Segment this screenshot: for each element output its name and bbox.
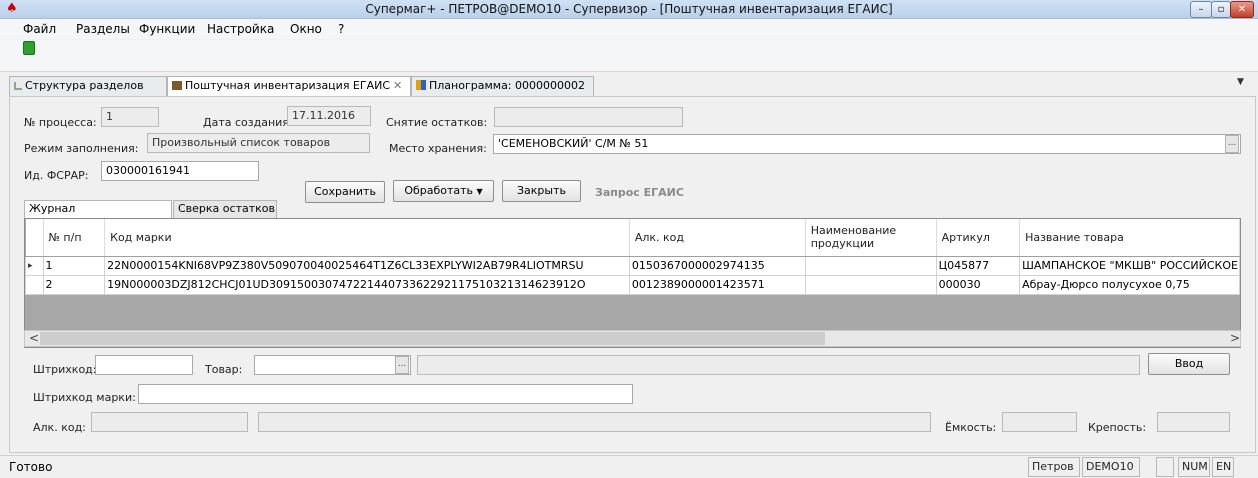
table-cell[interactable]: 0012389000001423571	[628, 274, 806, 295]
storage-label: Место хранения:	[389, 142, 487, 155]
storage-field[interactable]: 'СЕМЕНОВСКИЙ' С/М № 51	[493, 134, 1241, 154]
table-cell[interactable]: Абрау-Дюрсо полусухое 0,75	[1019, 274, 1240, 295]
status-user: Петров	[1028, 457, 1080, 477]
column-header[interactable]: Наименование продукции	[805, 219, 937, 257]
process-no-field: 1	[101, 107, 159, 127]
menu-help[interactable]: ?	[338, 22, 344, 36]
tabs-dropdown-icon[interactable]: ▼	[1237, 77, 1244, 87]
close-window-button[interactable]: ✕	[1230, 1, 1254, 18]
status-db: DEMO10	[1082, 457, 1140, 477]
status-text: Готово	[9, 460, 53, 474]
minimize-button[interactable]: –	[1190, 1, 1212, 18]
planogram-icon	[416, 80, 426, 90]
column-header[interactable]: Алк. код	[629, 219, 806, 257]
process-button-label: Обработать	[404, 184, 474, 197]
enter-button[interactable]: Ввод	[1148, 353, 1230, 375]
menu-window[interactable]: Окно	[290, 22, 322, 36]
alc-code-field	[91, 412, 248, 432]
created-label: Дата создания:	[203, 116, 293, 129]
table-cell[interactable]	[804, 255, 937, 276]
tab-structure[interactable]: Структура разделов	[9, 76, 167, 96]
save-button[interactable]: Сохранить	[305, 181, 385, 203]
created-field: 17.11.2016	[287, 106, 371, 126]
scroll-left-icon[interactable]: <	[29, 331, 39, 345]
mark-barcode-label: Штрихкод марки:	[33, 391, 136, 404]
table-cell[interactable]: 19N000003DZJ812CHCJ01UD30915003074722144…	[104, 274, 630, 295]
table-cell[interactable]	[804, 274, 937, 295]
capacity-field	[1002, 412, 1077, 432]
status-lang: EN	[1212, 457, 1234, 477]
chevron-down-icon: ▼	[476, 187, 483, 196]
status-empty	[1156, 457, 1174, 477]
menu-functions[interactable]: Функции	[139, 22, 195, 36]
process-button[interactable]: Обработать ▼	[393, 180, 494, 202]
fsrar-field[interactable]: 030000161941	[101, 161, 259, 181]
goods-picker-button[interactable]: ...	[395, 356, 409, 374]
egais-request-label: Запрос ЕГАИС	[595, 186, 684, 199]
column-header[interactable]: Название товара	[1019, 219, 1240, 257]
stock-field	[494, 107, 683, 127]
close-button[interactable]: Закрыть	[502, 180, 581, 202]
table-cell[interactable]: Ц045877	[935, 255, 1021, 276]
status-num: NUM	[1178, 457, 1210, 477]
strength-field	[1157, 412, 1230, 432]
strength-label: Крепость:	[1088, 421, 1147, 434]
header-selector	[25, 219, 44, 257]
alc-name-field	[258, 412, 931, 432]
tab-egais-label: Поштучная инвентаризация ЕГАИС	[185, 79, 391, 92]
tab-structure-label: Структура разделов	[25, 79, 144, 92]
alc-code-label: Алк. код:	[33, 421, 86, 434]
table-cell[interactable]: 1	[42, 255, 106, 276]
row-indicator-icon: ▸	[25, 255, 44, 276]
tab-stock-check[interactable]: Сверка остатков	[173, 200, 277, 218]
goods-name-field	[417, 355, 1140, 375]
table-cell[interactable]: 2	[42, 274, 106, 295]
stock-label: Снятие остатков:	[386, 116, 488, 129]
storage-picker-button[interactable]: ...	[1225, 135, 1239, 153]
scrollbar-thumb[interactable]	[40, 332, 825, 345]
tab-inventory-journal[interactable]: Журнал инвентаризации	[24, 200, 172, 231]
egais-icon	[172, 81, 182, 90]
barcode-input[interactable]	[95, 355, 193, 375]
goods-input[interactable]	[254, 355, 411, 375]
tree-icon	[14, 82, 22, 90]
table-header-row: № п/п Код марки Алк. код Наименование пр…	[25, 219, 1240, 257]
column-header[interactable]: № п/п	[43, 219, 106, 257]
column-header[interactable]: Код марки	[104, 219, 630, 257]
inventory-table: № п/п Код марки Алк. код Наименование пр…	[25, 219, 1240, 295]
table-cell[interactable]: ШАМПАНСКОЕ "МКШВ" РОССИЙСКОЕ	[1019, 255, 1240, 276]
goods-label: Товар:	[205, 363, 243, 376]
fill-mode-field: Произвольный список товаров	[147, 133, 370, 153]
toolbar	[0, 40, 1258, 72]
inventory-grid: № п/п Код марки Алк. код Наименование пр…	[24, 218, 1241, 348]
menu-file[interactable]: Файл	[23, 22, 56, 36]
maximize-button[interactable]: ▫	[1211, 1, 1231, 18]
exit-icon[interactable]	[23, 41, 35, 55]
process-no-label: № процесса:	[24, 116, 97, 129]
table-cell[interactable]: 0150367000002974135	[628, 255, 806, 276]
fsrar-label: Ид. ФСРАР:	[24, 169, 89, 182]
table-cell[interactable]: 22N0000154KNI68VP9Z380V509070040025464T1…	[104, 255, 630, 276]
tab-planogram[interactable]: Планограмма: 0000000002	[411, 76, 594, 96]
column-header[interactable]: Артикул	[936, 219, 1021, 257]
scroll-right-icon[interactable]: >	[1230, 331, 1240, 345]
tab-planogram-label: Планограмма: 0000000002	[429, 79, 585, 92]
table-cell[interactable]: 000030	[935, 274, 1021, 295]
mark-barcode-input[interactable]	[138, 384, 633, 404]
table-row[interactable]: 2 19N000003DZJ812CHCJ01UD309150030747221…	[25, 274, 1240, 295]
table-row[interactable]: ▸ 1 22N0000154KNI68VP9Z380V5090700400254…	[25, 255, 1240, 276]
barcode-label: Штрихкод:	[33, 363, 97, 376]
fill-mode-label: Режим заполнения:	[24, 142, 139, 155]
menu-settings[interactable]: Настройка	[207, 22, 274, 36]
menu-sections[interactable]: Разделы	[76, 22, 130, 36]
capacity-label: Ёмкость:	[945, 421, 997, 434]
close-tab-icon[interactable]: ✕	[393, 79, 402, 92]
window-title: Супермаг+ - ПЕТРОВ@DEMO10 - Супервизор -…	[365, 2, 893, 16]
tab-egais-inventory[interactable]: Поштучная инвентаризация ЕГАИС ✕	[167, 76, 411, 97]
row-indicator-icon	[25, 274, 44, 295]
